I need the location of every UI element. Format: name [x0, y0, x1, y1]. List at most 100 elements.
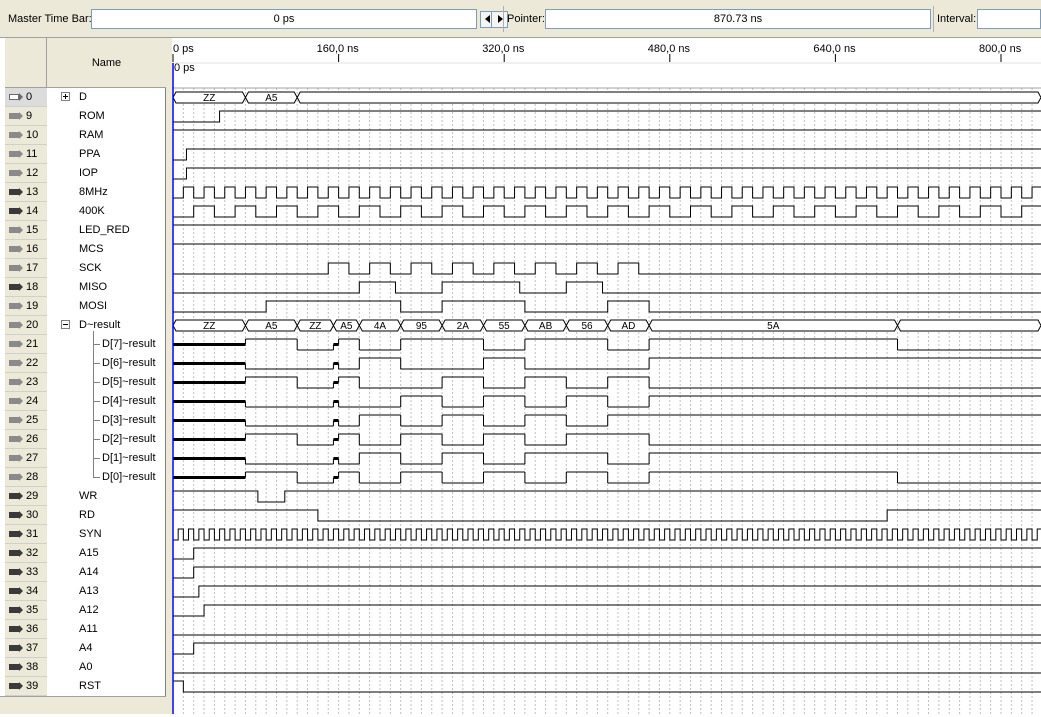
signal-row[interactable]: 29WR — [5, 487, 166, 506]
time-bar-next-button[interactable] — [491, 11, 508, 28]
interval-field[interactable] — [977, 9, 1041, 29]
signal-name: D[2]~result — [102, 433, 156, 445]
waveform-canvas[interactable]: 0 ps160,0 ns320,0 ns480,0 ns640,0 ns800,… — [172, 38, 1041, 714]
signal-index: 12 — [26, 167, 38, 179]
pointer-label: Pointer: — [507, 13, 545, 25]
tree-connector — [93, 420, 100, 421]
signal-index: 22 — [26, 357, 38, 369]
signal-row[interactable]: 37A4 — [5, 639, 166, 658]
signal-row[interactable]: 12IOP — [5, 164, 166, 183]
signal-index-cell: 19 — [5, 297, 47, 316]
output-pin-icon — [9, 321, 23, 329]
signal-row[interactable]: 19MOSI — [5, 297, 166, 316]
input-pin-icon — [9, 511, 23, 519]
signal-name: A12 — [79, 604, 99, 616]
signal-name: D[3]~result — [102, 414, 156, 426]
signal-row[interactable]: 38A0 — [5, 658, 166, 677]
output-pin-icon — [9, 245, 23, 253]
signal-name: D — [79, 91, 87, 103]
signal-row[interactable]: 9ROM — [5, 107, 166, 126]
signal-name: 400K — [79, 205, 105, 217]
output-pin-icon — [9, 150, 23, 158]
input-pin-icon — [9, 606, 23, 614]
signal-index-cell: 24 — [5, 392, 47, 411]
signal-row[interactable]: 13 8MHz — [5, 183, 166, 202]
signal-waveform — [173, 605, 1041, 616]
signal-name: SCK — [79, 262, 102, 274]
signal-index-cell: 9 — [5, 107, 47, 126]
signal-row[interactable]: 26D[2]~result — [5, 430, 166, 449]
pointer-field[interactable]: 870.73 ns — [545, 9, 931, 29]
bus-value-label: 56 — [581, 321, 593, 332]
bus-value-label: AD — [621, 321, 635, 332]
signal-index: 30 — [26, 509, 38, 521]
signal-row[interactable]: 30RD — [5, 506, 166, 525]
signal-waveform — [173, 643, 1041, 654]
signal-row[interactable]: 17 SCK — [5, 259, 166, 278]
signal-waveform — [173, 149, 1041, 160]
signal-index-cell: 37 — [5, 639, 47, 658]
signal-row[interactable]: 22D[6]~result — [5, 354, 166, 373]
signal-index-cell: 0 — [5, 88, 47, 107]
signal-index: 27 — [26, 452, 38, 464]
signal-row[interactable]: 14400K — [5, 202, 166, 221]
signal-row[interactable]: 16MCS — [5, 240, 166, 259]
signal-row[interactable]: 10RAM — [5, 126, 166, 145]
signal-row[interactable]: 33A14 — [5, 563, 166, 582]
signal-index-cell: 27 — [5, 449, 47, 468]
signal-waveform — [173, 491, 1041, 502]
signal-row[interactable]: 35A12 — [5, 601, 166, 620]
signal-index: 20 — [26, 319, 38, 331]
signal-index-cell: 13 — [5, 183, 47, 202]
signal-index-cell: 11 — [5, 145, 47, 164]
signal-row[interactable]: 18MISO — [5, 278, 166, 297]
signal-name: 8MHz — [79, 186, 108, 198]
signal-row[interactable]: 11PPA — [5, 145, 166, 164]
interval-label: Interval: — [937, 13, 976, 25]
signal-index-cell: 38 — [5, 658, 47, 677]
collapse-icon[interactable] — [61, 320, 70, 329]
signal-row[interactable]: 32A15 — [5, 544, 166, 563]
signal-index: 32 — [26, 547, 38, 559]
signal-row[interactable]: 21 D[7]~result — [5, 335, 166, 354]
ruler-cursor-label: 0 ps — [174, 62, 195, 74]
name-column-header[interactable]: Name — [47, 38, 166, 88]
signal-row[interactable]: 31SYN — [5, 525, 166, 544]
expand-icon[interactable] — [61, 92, 70, 101]
signal-index: 19 — [26, 300, 38, 312]
waveform-area[interactable]: 0 ps160,0 ns320,0 ns480,0 ns640,0 ns800,… — [172, 38, 1041, 714]
signal-index-cell: 23 — [5, 373, 47, 392]
signal-name: D[7]~result — [102, 338, 156, 350]
master-time-bar-field[interactable]: 0 ps — [91, 9, 477, 29]
signal-row[interactable]: 0D — [5, 88, 166, 107]
signal-index: 28 — [26, 471, 38, 483]
signal-row[interactable]: 20D~result — [5, 316, 166, 335]
signal-index: 9 — [26, 110, 32, 122]
signal-index: 25 — [26, 414, 38, 426]
signal-row[interactable]: 39RST — [5, 677, 166, 696]
bus-segment — [898, 320, 1041, 331]
signal-index: 39 — [26, 680, 38, 692]
signal-waveform — [173, 510, 1041, 521]
signal-index-cell: 17 — [5, 259, 47, 278]
signal-index-cell: 22 — [5, 354, 47, 373]
signal-name: A13 — [79, 585, 99, 597]
signal-name: WR — [79, 490, 97, 502]
signal-index-cell: 15 — [5, 221, 47, 240]
signal-row[interactable]: 23D[5]~result — [5, 373, 166, 392]
bus-value-label: 55 — [499, 321, 511, 332]
signal-index: 23 — [26, 376, 38, 388]
bidir-pin-icon — [9, 93, 23, 101]
signal-row[interactable]: 15LED_RED — [5, 221, 166, 240]
signal-row[interactable]: 24D[4]~result — [5, 392, 166, 411]
signal-row[interactable]: 36A11 — [5, 620, 166, 639]
signal-index-cell: 21 — [5, 335, 47, 354]
signal-index-cell: 25 — [5, 411, 47, 430]
signal-row[interactable]: 27D[1]~result — [5, 449, 166, 468]
signal-row[interactable]: 28D[0]~result — [5, 468, 166, 487]
output-pin-icon — [9, 397, 23, 405]
name-panel-scrollbar[interactable] — [0, 696, 166, 714]
signal-row[interactable]: 34A13 — [5, 582, 166, 601]
signal-row[interactable]: 25 D[3]~result — [5, 411, 166, 430]
input-pin-icon — [9, 625, 23, 633]
